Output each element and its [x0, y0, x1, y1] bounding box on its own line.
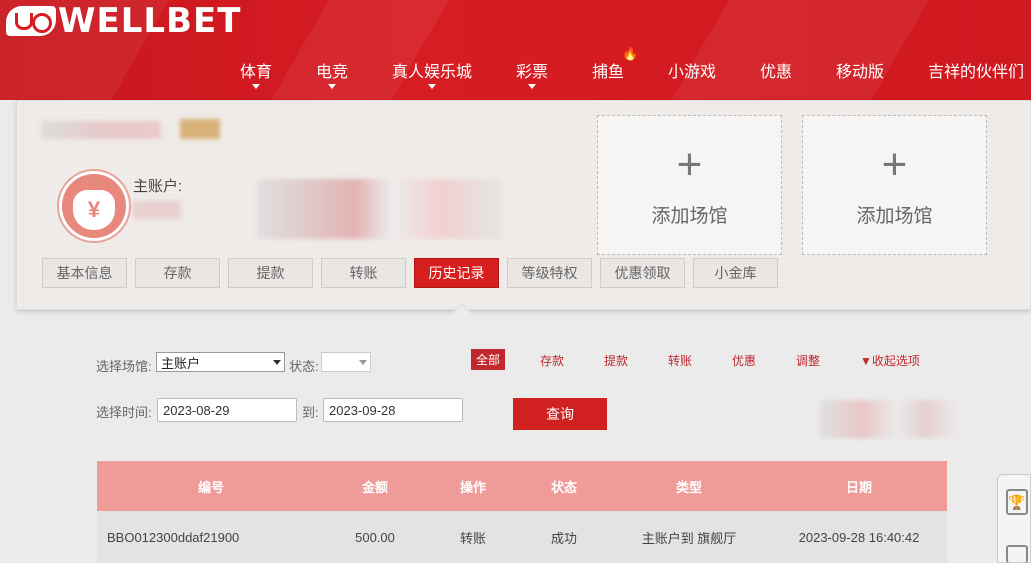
- venue-label: 选择场馆:: [96, 359, 152, 374]
- chevron-down-icon: [273, 360, 281, 365]
- site-header: WELLBET 体育 电竞 真人娱乐城 彩票 捕鱼 🔥 小游戏 优惠 移动版 吉祥…: [0, 0, 1031, 100]
- date-to-input[interactable]: 2023-09-28: [323, 398, 463, 422]
- chevron-down-icon: [359, 360, 367, 365]
- chevron-down-icon: [252, 84, 260, 89]
- account-info-redacted: [257, 179, 502, 239]
- filter-type-deposit[interactable]: 存款: [540, 352, 564, 369]
- info-redacted: [820, 400, 960, 438]
- column-header: 日期: [845, 479, 872, 495]
- status-label: 状态:: [289, 359, 319, 374]
- trophy-icon[interactable]: 🏆: [1006, 489, 1028, 515]
- nav-item-mini-games[interactable]: 小游戏: [668, 58, 716, 82]
- cell-id: BBO012300ddaf21900: [107, 529, 240, 545]
- username-redacted: [41, 121, 161, 139]
- nav-item-lottery[interactable]: 彩票: [516, 58, 548, 89]
- nav-item-live-casino[interactable]: 真人娱乐城: [392, 58, 472, 89]
- nav-item-promotions[interactable]: 优惠: [760, 58, 792, 82]
- cell-type: 主账户到 旗舰厅: [641, 530, 737, 546]
- chevron-down-icon: [528, 84, 536, 89]
- chevron-down-icon: [428, 84, 436, 89]
- balance-redacted: [133, 201, 181, 219]
- main-nav: 体育 电竞 真人娱乐城 彩票 捕鱼 🔥 小游戏 优惠 移动版 吉祥的伙伴们: [0, 46, 1031, 98]
- site-logo[interactable]: WELLBET: [6, 1, 242, 41]
- filter-type-bonus[interactable]: 优惠: [732, 352, 756, 369]
- column-header: 类型: [675, 479, 702, 495]
- tab-history[interactable]: 历史记录: [414, 258, 499, 288]
- tab-transfer[interactable]: 转账: [321, 258, 406, 288]
- nav-item-partners[interactable]: 吉祥的伙伴们: [928, 58, 1024, 82]
- plus-icon: +: [676, 139, 703, 189]
- tab-vault[interactable]: 小金库: [693, 258, 778, 288]
- filter-type-adjustment[interactable]: 调整: [796, 352, 820, 369]
- table-row: BBO012300ddaf21900 500.00 转账 成功 主账户到 旗舰厅…: [97, 511, 947, 563]
- table-header: 编号 金额 操作 状态 类型 日期: [97, 461, 947, 511]
- column-header: 操作: [459, 479, 486, 495]
- query-button[interactable]: 查询: [513, 398, 607, 430]
- column-header: 金额: [361, 479, 388, 495]
- document-icon[interactable]: [1006, 545, 1028, 563]
- plus-icon: +: [881, 139, 908, 189]
- tab-vip-privileges[interactable]: 等级特权: [507, 258, 592, 288]
- collapse-options-link[interactable]: ▼收起选项: [860, 352, 920, 369]
- time-label: 选择时间:: [96, 405, 152, 420]
- nav-item-esports[interactable]: 电竞: [316, 58, 348, 89]
- cell-amount: 500.00: [355, 529, 395, 545]
- account-panel: ¥ 主账户: + 添加场馆 + 添加场馆 基本信息 存款 提款 转账 历史记录 …: [16, 100, 1031, 310]
- filter-type-withdraw[interactable]: 提款: [604, 352, 628, 369]
- filter-type-all[interactable]: 全部: [471, 349, 506, 370]
- cell-date: 2023-09-28 16:40:42: [798, 529, 920, 545]
- history-table: 编号 金额 操作 状态 类型 日期 BBO012300ddaf21900 500…: [97, 461, 947, 563]
- nav-item-fishing[interactable]: 捕鱼 🔥: [592, 46, 638, 82]
- date-from-input[interactable]: 2023-08-29: [157, 398, 297, 422]
- add-venue-card[interactable]: + 添加场馆: [597, 115, 782, 255]
- tab-withdraw[interactable]: 提款: [228, 258, 313, 288]
- flame-icon: 🔥: [622, 46, 639, 61]
- money-bag-icon: ¥: [59, 171, 129, 241]
- tab-deposit[interactable]: 存款: [135, 258, 220, 288]
- tab-basic-info[interactable]: 基本信息: [42, 258, 127, 288]
- logo-text: WELLBET: [58, 1, 242, 41]
- column-header: 状态: [550, 479, 577, 495]
- nav-item-mobile[interactable]: 移动版: [836, 58, 884, 82]
- filter-type-transfer[interactable]: 转账: [668, 352, 692, 369]
- main-account-label: 主账户:: [133, 178, 183, 195]
- add-venue-card[interactable]: + 添加场馆: [802, 115, 987, 255]
- floating-side-widget[interactable]: 🏆: [997, 474, 1031, 563]
- nav-item-sports[interactable]: 体育: [240, 58, 272, 89]
- cell-operation: 转账: [459, 530, 486, 546]
- status-select[interactable]: [321, 352, 371, 372]
- logo-icon: [6, 6, 56, 36]
- vip-badge-redacted: [180, 119, 220, 139]
- to-label: 到:: [302, 405, 319, 420]
- column-header: 编号: [197, 479, 224, 495]
- cell-status: 成功: [550, 530, 577, 546]
- chevron-down-icon: [328, 84, 336, 89]
- venue-select[interactable]: 主账户: [156, 352, 285, 372]
- tab-claim-bonus[interactable]: 优惠领取: [600, 258, 685, 288]
